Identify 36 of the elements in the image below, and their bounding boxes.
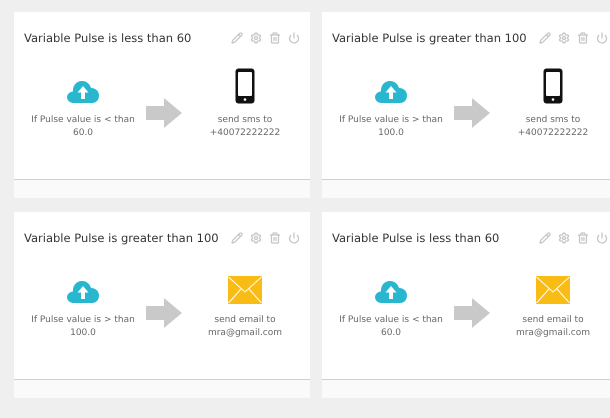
edit-button[interactable] <box>539 32 551 44</box>
envelope-icon <box>536 276 570 304</box>
trigger-condition: If Pulse value is > than 100.0 <box>338 114 444 140</box>
action-description: send email to mra@gmail.com <box>206 314 284 340</box>
right-arrow-icon <box>146 298 182 328</box>
action-description: send sms to +40072222222 <box>516 114 590 140</box>
settings-button[interactable] <box>558 32 570 44</box>
delete-button[interactable] <box>269 232 281 244</box>
edit-button[interactable] <box>231 32 243 44</box>
power-button[interactable] <box>596 32 608 44</box>
right-arrow-icon <box>454 298 490 328</box>
settings-button[interactable] <box>250 232 262 244</box>
edit-button[interactable] <box>231 232 243 244</box>
right-arrow-icon <box>454 98 490 128</box>
delete-button[interactable] <box>577 232 589 244</box>
power-button[interactable] <box>596 232 608 244</box>
power-button[interactable] <box>288 232 300 244</box>
trigger-condition: If Pulse value is < than 60.0 <box>30 114 136 140</box>
edit-button[interactable] <box>539 232 551 244</box>
rule-title: Variable Pulse is less than 60 <box>332 231 500 245</box>
right-arrow-icon <box>146 98 182 128</box>
trigger-condition: If Pulse value is < than 60.0 <box>338 314 444 340</box>
delete-button[interactable] <box>577 32 589 44</box>
settings-button[interactable] <box>558 232 570 244</box>
rule-title: Variable Pulse is greater than 100 <box>24 231 219 245</box>
settings-button[interactable] <box>250 32 262 44</box>
trigger-condition: If Pulse value is > than 100.0 <box>30 314 136 340</box>
phone-icon <box>543 68 563 104</box>
action-description: send email to mra@gmail.com <box>514 314 592 340</box>
phone-icon <box>235 68 255 104</box>
envelope-icon <box>228 276 262 304</box>
power-button[interactable] <box>288 32 300 44</box>
rule-title: Variable Pulse is greater than 100 <box>332 31 527 45</box>
rule-title: Variable Pulse is less than 60 <box>24 31 192 45</box>
action-description: send sms to +40072222222 <box>208 114 282 140</box>
delete-button[interactable] <box>269 32 281 44</box>
